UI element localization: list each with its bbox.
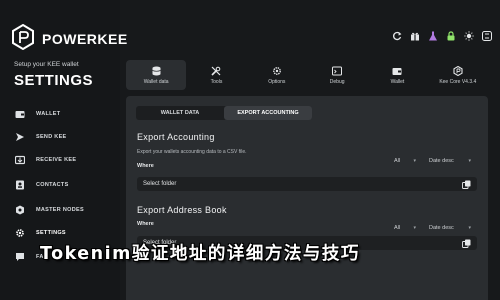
sidebar-item-label: CONTACTS: [36, 182, 69, 188]
settings-toolbar: Wallet data Tools Options Debug Wallet K…: [126, 60, 488, 90]
debug-icon: [332, 66, 343, 76]
sidebar-item-label: SEND KEE: [36, 134, 67, 140]
sort-select[interactable]: Date desc ▾: [425, 222, 475, 234]
top-icon-bar: [391, 30, 492, 41]
tab-label: Debug: [329, 78, 345, 85]
copy-icon[interactable]: [462, 180, 471, 189]
options-icon: [272, 66, 282, 76]
tab-wallet-data[interactable]: Wallet data: [126, 60, 187, 90]
tab-options[interactable]: Options: [247, 60, 307, 90]
settings-sliders-icon[interactable]: [481, 30, 492, 41]
export-accounting-description: Export your wallets accounting data to a…: [137, 149, 247, 155]
flask-icon[interactable]: [427, 30, 438, 41]
wallet-icon: [392, 66, 402, 76]
export-accounting-title: Export Accounting: [137, 132, 215, 142]
tab-tools[interactable]: Tools: [186, 60, 246, 90]
sidebar-item-send-kee[interactable]: SEND KEE: [14, 130, 114, 144]
tab-kee-core[interactable]: Kee Core V4.3.4: [428, 60, 488, 90]
sidebar-item-settings[interactable]: SETTINGS: [14, 226, 114, 240]
settings-subtitle: Setup your KEE wallet: [14, 61, 79, 68]
select-folder-label: Select folder: [143, 181, 177, 187]
subtab-bar: WALLET DATA EXPORT ACCOUNTING: [136, 106, 312, 120]
subtab-wallet-data[interactable]: WALLET DATA: [136, 106, 224, 120]
chevron-down-icon: ▾: [413, 225, 416, 231]
sidebar-item-label: SETTINGS: [36, 230, 66, 236]
chevron-down-icon: ▾: [413, 158, 416, 164]
select-folder-field[interactable]: Select folder: [137, 177, 477, 191]
sun-icon[interactable]: [463, 30, 474, 41]
master-nodes-icon: [14, 204, 26, 216]
powerkee-logo-icon: [12, 23, 34, 51]
tab-label: Wallet: [390, 78, 405, 85]
sidebar-item-label: MASTER NODES: [36, 207, 84, 213]
gear-icon: [14, 227, 26, 239]
tab-debug[interactable]: Debug: [307, 60, 367, 90]
filter-select[interactable]: All ▾: [390, 222, 420, 234]
receive-icon: [14, 154, 26, 166]
wallet-icon: [14, 108, 26, 120]
sidebar-item-receive-kee[interactable]: RECEIVE KEE: [14, 153, 114, 167]
where-label: Where: [137, 221, 154, 227]
tools-icon: [211, 66, 221, 76]
sort-value: Date desc: [429, 158, 454, 164]
send-icon: [14, 131, 26, 143]
brand-name: POWERKEE: [42, 31, 128, 47]
database-icon: [151, 66, 161, 76]
tab-label: Tools: [210, 78, 223, 85]
tab-label: Options: [268, 78, 286, 85]
overlay-caption: Tokenim验证地址的详细方法与技巧: [40, 244, 360, 264]
sidebar-item-contacts[interactable]: CONTACTS: [14, 178, 114, 192]
gift-icon[interactable]: [409, 30, 420, 41]
sidebar-item-label: RECEIVE KEE: [36, 157, 77, 163]
export-address-book-title: Export Address Book: [137, 205, 227, 215]
filter-select[interactable]: All ▾: [390, 155, 420, 167]
tab-label: Kee Core V4.3.4: [439, 78, 477, 85]
tab-label: Wallet data: [143, 78, 169, 85]
where-label: Where: [137, 163, 154, 169]
refresh-icon[interactable]: [391, 30, 402, 41]
sort-value: Date desc: [429, 225, 454, 231]
page-title: SETTINGS: [14, 72, 94, 89]
settings-panel: WALLET DATA EXPORT ACCOUNTING Export Acc…: [126, 96, 488, 300]
filter-value: All: [394, 225, 401, 231]
contacts-icon: [14, 179, 26, 191]
chevron-down-icon: ▾: [468, 158, 471, 164]
lock-icon[interactable]: [445, 30, 456, 41]
kee-core-icon: [453, 65, 463, 76]
subtab-export-accounting[interactable]: EXPORT ACCOUNTING: [224, 106, 312, 120]
tab-wallet[interactable]: Wallet: [367, 60, 427, 90]
faq-icon: [14, 251, 26, 263]
sidebar-item-master-nodes[interactable]: MASTER NODES: [14, 203, 114, 217]
chevron-down-icon: ▾: [468, 225, 471, 231]
copy-icon[interactable]: [462, 239, 471, 248]
sort-select[interactable]: Date desc ▾: [425, 155, 475, 167]
filter-value: All: [394, 158, 401, 164]
sidebar-item-wallet[interactable]: WALLET: [14, 107, 114, 121]
sidebar-item-label: WALLET: [36, 111, 61, 117]
